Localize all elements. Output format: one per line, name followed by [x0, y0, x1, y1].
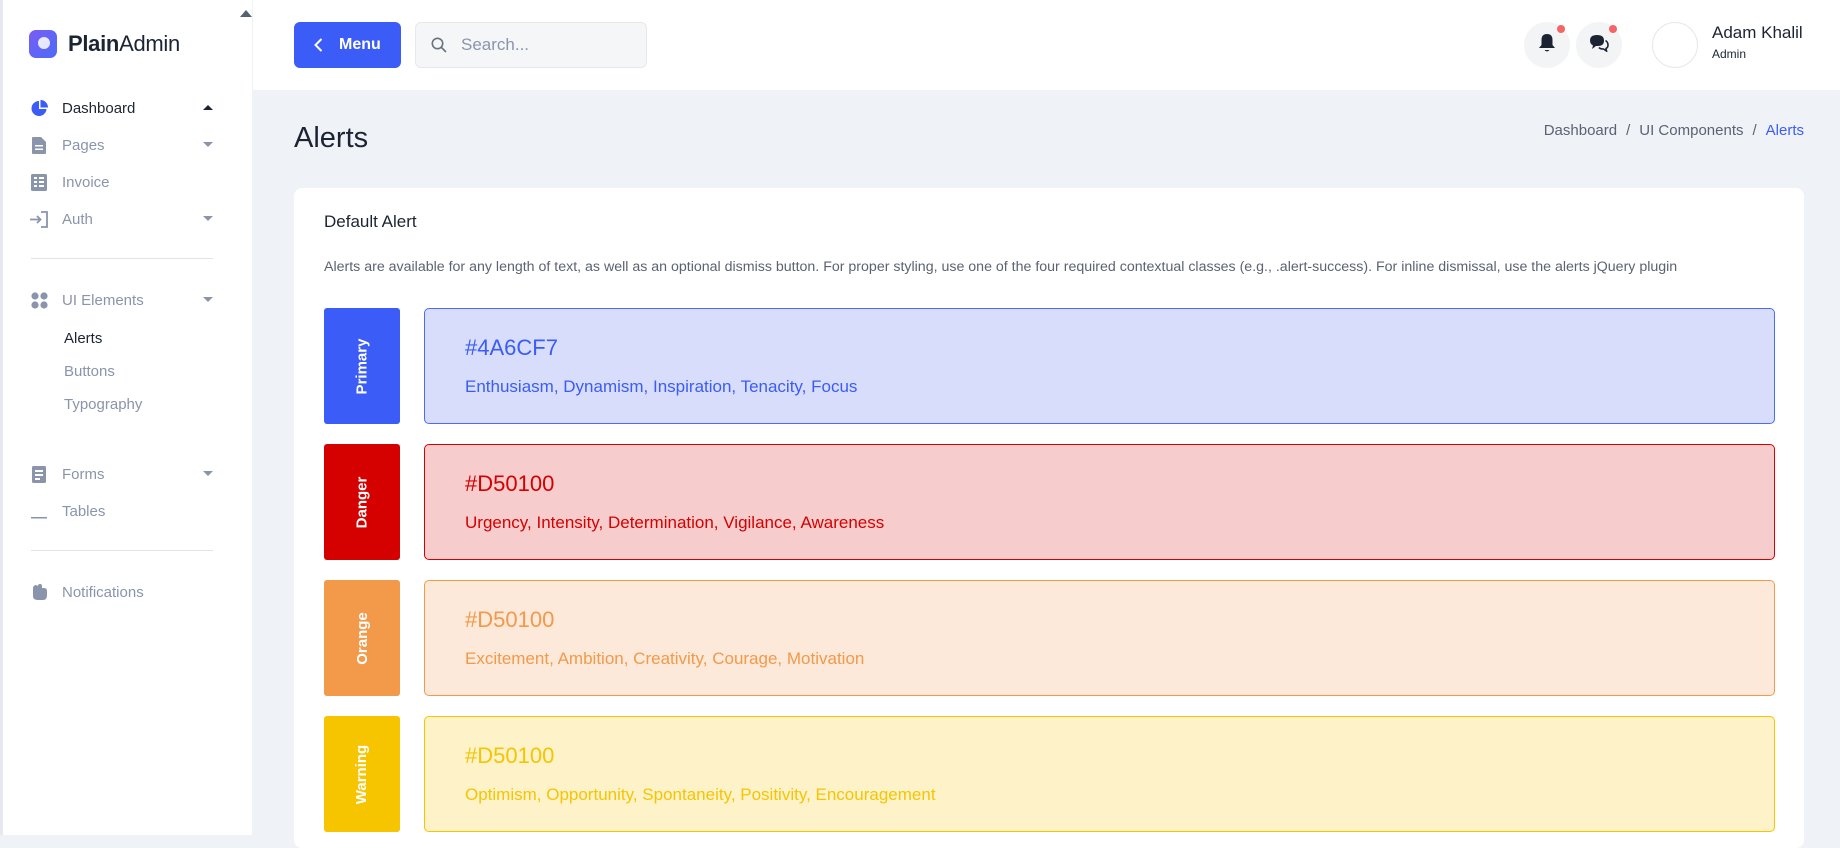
user-name[interactable]: Adam Khalil	[1712, 23, 1803, 43]
alert-words: Enthusiasm, Dynamism, Inspiration, Tenac…	[465, 377, 858, 396]
alert-row-danger: Danger #D50100 Urgency, Intensity, Deter…	[324, 444, 1775, 560]
alert-hex: #4A6CF7	[465, 335, 558, 360]
sidebar-subitem-buttons[interactable]: Buttons	[64, 363, 115, 380]
table-icon	[30, 502, 48, 520]
chevron-down-icon	[203, 471, 213, 476]
chat-icon	[1589, 34, 1609, 57]
sidebar-item-label: Invoice	[62, 173, 110, 191]
alert-tag-label: Warning	[353, 744, 371, 804]
alert-row-orange: Orange #D50100 Excitement, Ambition, Cre…	[324, 580, 1775, 696]
chevron-up-icon	[203, 105, 213, 110]
alert-row-warning: Warning #D50100 Optimism, Opportunity, S…	[324, 716, 1775, 832]
notification-badge-dot	[1557, 25, 1565, 33]
messages-button[interactable]	[1576, 22, 1622, 68]
alert-hex: #D50100	[465, 743, 555, 768]
breadcrumb-ui-components[interactable]: UI Components	[1639, 122, 1743, 139]
brand-name: PlainAdmin	[68, 31, 180, 56]
form-icon	[30, 465, 48, 483]
alert-box[interactable]: #D50100 Excitement, Ambition, Creativity…	[424, 580, 1775, 696]
search-box[interactable]	[415, 22, 647, 68]
notifications-button[interactable]	[1524, 22, 1570, 68]
chevron-left-icon	[314, 38, 323, 52]
alert-tag: Danger	[324, 444, 400, 560]
sidebar-subitem-alerts[interactable]: Alerts	[64, 330, 102, 347]
default-alert-card: Default Alert Alerts are available for a…	[294, 188, 1804, 848]
sidebar-item-dashboard[interactable]: Dashboard	[30, 97, 213, 119]
sidebar: PlainAdmin Dashboard Pages Invoice Auth	[0, 0, 253, 835]
sidebar-item-tables[interactable]: Tables	[30, 500, 213, 522]
menu-button-label: Menu	[339, 36, 381, 53]
sidebar-item-label: Auth	[62, 210, 93, 228]
sidebar-item-label: UI Elements	[62, 291, 144, 309]
sidebar-item-forms[interactable]: Forms	[30, 463, 213, 485]
alert-tag-label: Primary	[353, 338, 371, 394]
sidebar-item-notifications[interactable]: Notifications	[30, 581, 213, 603]
alert-box[interactable]: #D50100 Urgency, Intensity, Determinatio…	[424, 444, 1775, 560]
breadcrumb: Dashboard / UI Components / Alerts	[1544, 122, 1804, 139]
avatar[interactable]	[1652, 22, 1698, 68]
bell-icon	[1538, 33, 1556, 58]
chevron-down-icon	[203, 297, 213, 302]
bell-hand-icon	[30, 583, 48, 601]
alert-words: Excitement, Ambition, Creativity, Courag…	[465, 649, 865, 668]
sidebar-item-auth[interactable]: Auth	[30, 208, 213, 230]
alert-tag-label: Danger	[353, 476, 371, 528]
breadcrumb-separator: /	[1626, 122, 1631, 139]
sidebar-item-label: Dashboard	[62, 99, 136, 117]
sidebar-subitem-typography[interactable]: Typography	[64, 396, 142, 413]
message-badge-dot	[1609, 25, 1617, 33]
alert-words: Urgency, Intensity, Determination, Vigil…	[465, 513, 885, 532]
login-icon	[30, 210, 48, 228]
chevron-down-icon	[203, 216, 213, 221]
brand-logo[interactable]: PlainAdmin	[29, 30, 180, 58]
sidebar-item-invoice[interactable]: Invoice	[30, 171, 213, 193]
page-title: Alerts	[294, 122, 369, 154]
document-icon	[30, 136, 48, 154]
invoice-icon	[30, 173, 48, 191]
alert-hex: #D50100	[465, 607, 555, 632]
grid-icon	[30, 291, 48, 309]
sidebar-scroll-track[interactable]	[252, 0, 253, 835]
card-description: Alerts are available for any length of t…	[324, 259, 1678, 275]
breadcrumb-current: Alerts	[1765, 122, 1804, 139]
sidebar-item-label: Forms	[62, 465, 105, 483]
alert-tag: Orange	[324, 580, 400, 696]
scroll-up-arrow-icon[interactable]	[240, 10, 252, 17]
alert-box[interactable]: #D50100 Optimism, Opportunity, Spontanei…	[424, 716, 1775, 832]
breadcrumb-dashboard[interactable]: Dashboard	[1544, 122, 1617, 139]
card-title: Default Alert	[324, 212, 417, 231]
sidebar-item-label: Pages	[62, 136, 105, 154]
chevron-down-icon	[203, 142, 213, 147]
alert-hex: #D50100	[465, 471, 555, 496]
sidebar-item-ui-elements[interactable]: UI Elements	[30, 289, 213, 311]
sidebar-divider	[31, 550, 213, 551]
breadcrumb-separator: /	[1752, 122, 1757, 139]
sidebar-item-label: Tables	[62, 502, 106, 520]
top-header: Menu Adam Khalil Admin	[253, 0, 1840, 90]
menu-button[interactable]: Menu	[294, 22, 401, 68]
alert-tag: Primary	[324, 308, 400, 424]
alert-tag: Warning	[324, 716, 400, 832]
sidebar-item-label: Notifications	[62, 583, 144, 601]
alert-tag-label: Orange	[353, 611, 371, 665]
alert-words: Optimism, Opportunity, Spontaneity, Posi…	[465, 785, 936, 804]
logo-mark-icon	[29, 30, 57, 58]
alert-box[interactable]: #4A6CF7 Enthusiasm, Dynamism, Inspiratio…	[424, 308, 1775, 424]
pie-chart-icon	[30, 99, 48, 117]
sidebar-divider	[31, 258, 213, 259]
search-input[interactable]	[459, 34, 633, 56]
search-icon	[431, 37, 447, 53]
user-role: Admin	[1712, 47, 1747, 61]
alert-row-primary: Primary #4A6CF7 Enthusiasm, Dynamism, In…	[324, 308, 1775, 424]
sidebar-item-pages[interactable]: Pages	[30, 134, 213, 156]
